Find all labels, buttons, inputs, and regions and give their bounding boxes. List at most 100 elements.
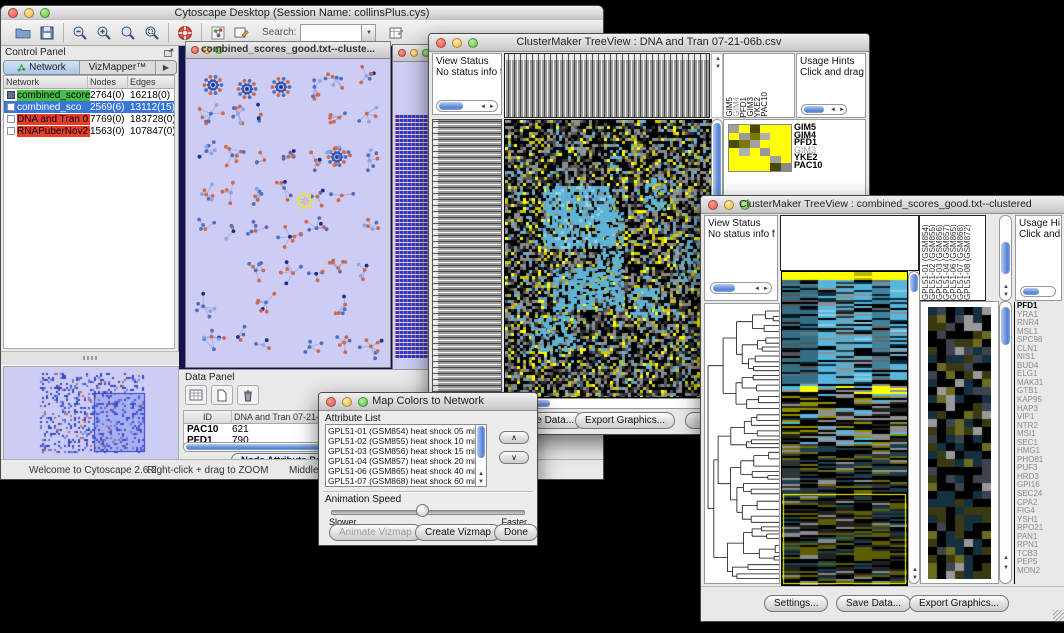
move-attribute-up-button[interactable]: ∧ — [499, 431, 529, 444]
scroll-left-arrow[interactable]: ◄ — [830, 107, 836, 113]
scroll-up-arrow[interactable]: ▲ — [1003, 284, 1009, 290]
attribute-item[interactable]: GPL51-04 (GSM857) heat shock 20 min — [326, 456, 474, 466]
network-table-row[interactable]: DNA and Tran 0 7769(0) 183728(0) — [4, 113, 174, 125]
column-header-nodes[interactable]: Nodes — [88, 76, 128, 88]
network-view-canvas[interactable] — [187, 59, 391, 367]
matrix-cell[interactable] — [760, 133, 770, 141]
matrix-cell[interactable] — [750, 140, 760, 148]
dialog-titlebar[interactable]: Map Colors to Network — [319, 393, 537, 411]
birdseye-overview[interactable] — [3, 366, 179, 460]
tv1-column-label[interactable]: PAC10 — [761, 92, 768, 117]
minimize-icon[interactable] — [410, 49, 418, 57]
tv2-labels-vscrollbar[interactable]: ▲ ▼ — [999, 215, 1012, 301]
tv2-genes-vscrollbar[interactable]: ▲ ▼ — [999, 301, 1012, 584]
attribute-item[interactable]: GPL51-01 (GSM854) heat shock 05 min — [326, 426, 474, 436]
main-titlebar[interactable]: Cytoscape Desktop (Session Name: collins… — [1, 6, 603, 21]
tv1-column-dendrogram[interactable] — [504, 53, 710, 118]
tv1-usage-scrollbar[interactable]: ◄ ► — [801, 104, 847, 115]
scroll-left-arrow[interactable]: ◄ — [754, 286, 760, 292]
scroll-up-arrow[interactable]: ▲ — [912, 567, 918, 573]
matrix-cell[interactable] — [750, 148, 760, 156]
zoom-fit-icon[interactable] — [116, 22, 140, 44]
matrix-cell[interactable] — [750, 133, 760, 141]
scroll-down-arrow[interactable]: ▼ — [715, 64, 721, 70]
tv2-global-heatmap[interactable] — [781, 271, 908, 586]
scroll-left-arrow[interactable]: ◄ — [480, 104, 486, 110]
matrix-cell[interactable] — [729, 156, 739, 164]
matrix-cell[interactable] — [781, 148, 791, 156]
panel-splitter-handle[interactable] — [1, 351, 179, 366]
new-attribute-icon[interactable] — [211, 385, 233, 405]
close-button[interactable] — [708, 200, 718, 210]
matrix-cell[interactable] — [770, 156, 780, 164]
gene-label[interactable]: MON2 — [1017, 567, 1064, 576]
attribute-item[interactable]: GPL51-07 (GSM868) heat shock 60 min — [326, 476, 474, 486]
treeview2-titlebar[interactable]: ClusterMaker TreeView : combined_scores_… — [701, 196, 1064, 214]
matrix-cell[interactable] — [750, 156, 760, 164]
open-session-button[interactable] — [11, 22, 35, 44]
close-icon[interactable] — [398, 49, 406, 57]
tv2-usage-scrollbar[interactable] — [1020, 286, 1056, 297]
matrix-cell[interactable] — [760, 148, 770, 156]
network-table-row[interactable]: combined_scores 2764(0) 16218(0) — [4, 89, 174, 101]
matrix-cell[interactable] — [739, 140, 749, 148]
matrix-cell[interactable] — [739, 148, 749, 156]
tv1-row-dendrogram[interactable] — [432, 119, 502, 396]
scroll-right-arrow[interactable]: ► — [489, 104, 495, 110]
scroll-down-arrow[interactable]: ▼ — [478, 479, 484, 485]
zoom-in-icon[interactable] — [92, 22, 116, 44]
matrix-cell[interactable] — [760, 140, 770, 148]
matrix-cell[interactable] — [739, 125, 749, 133]
save-session-button[interactable] — [35, 22, 59, 44]
frame1-titlebar[interactable]: combined_scores_good.txt--cluste... — [186, 42, 390, 59]
matrix-cell[interactable] — [750, 125, 760, 133]
search-dropdown-arrow[interactable]: ▼ — [362, 24, 376, 42]
done-button[interactable]: Done — [494, 524, 538, 541]
matrix-cell[interactable] — [770, 125, 780, 133]
tv2-settings-button[interactable]: Settings... — [764, 595, 828, 612]
matrix-cell[interactable] — [770, 140, 780, 148]
attribute-item[interactable]: GPL51-02 (GSM855) heat shock 10 min — [326, 436, 474, 446]
tv1-scroll-strip[interactable]: ▲ ▼ — [711, 53, 723, 118]
matrix-cell[interactable] — [739, 133, 749, 141]
network-table-row[interactable]: RNAPuberNov2+ 1563(0) 107847(0) — [4, 125, 174, 137]
scroll-up-arrow[interactable]: ▲ — [478, 471, 484, 477]
matrix-cell[interactable] — [750, 163, 760, 171]
matrix-cell[interactable] — [729, 140, 739, 148]
zoom-out-icon[interactable] — [68, 22, 92, 44]
tv2-zoom-heatmap[interactable] — [928, 307, 991, 579]
tv2-heatmap-vscrollbar[interactable]: ▲ ▼ — [908, 271, 920, 584]
matrix-cell[interactable] — [739, 163, 749, 171]
delete-attribute-trash-icon[interactable] — [237, 385, 259, 405]
scroll-up-arrow[interactable]: ▲ — [1003, 555, 1009, 561]
matrix-cell[interactable] — [770, 163, 780, 171]
matrix-cell[interactable] — [770, 133, 780, 141]
float-panel-icon[interactable] — [164, 48, 174, 57]
column-header-edges[interactable]: Edges — [128, 76, 174, 88]
tv2-status-scrollbar[interactable]: ◄ ► — [710, 282, 772, 294]
tab-vizmapper[interactable]: VizMapper™ — [79, 61, 155, 74]
attribute-listbox[interactable]: GPL51-01 (GSM854) heat shock 05 minGPL51… — [325, 424, 487, 487]
scroll-right-arrow[interactable]: ► — [763, 286, 769, 292]
tv1-status-scrollbar[interactable]: ◄ ► — [436, 100, 498, 112]
matrix-cell[interactable] — [729, 125, 739, 133]
matrix-cell[interactable] — [781, 125, 791, 133]
move-attribute-down-button[interactable]: ∨ — [499, 451, 529, 464]
matrix-cell[interactable] — [729, 148, 739, 156]
attr-column-id[interactable]: ID — [184, 411, 232, 423]
matrix-cell[interactable] — [739, 156, 749, 164]
search-input[interactable] — [300, 24, 362, 42]
scroll-up-arrow[interactable]: ▲ — [715, 56, 721, 62]
scroll-right-arrow[interactable]: ► — [839, 107, 845, 113]
matrix-cell[interactable] — [760, 156, 770, 164]
scroll-down-arrow[interactable]: ▼ — [1003, 565, 1009, 571]
create-vizmap-button[interactable]: Create Vizmap — [415, 524, 501, 541]
tv2-save-data-button[interactable]: Save Data... — [836, 595, 911, 612]
matrix-cell[interactable] — [770, 148, 780, 156]
attribute-item[interactable]: GPL51-03 (GSM856) heat shock 15 min — [326, 446, 474, 456]
tv2-column-dendrogram-area[interactable] — [780, 215, 919, 271]
column-header-network[interactable]: Network — [4, 76, 88, 88]
matrix-cell[interactable] — [760, 163, 770, 171]
treeview1-titlebar[interactable]: ClusterMaker TreeView : DNA and Tran 07-… — [429, 34, 869, 52]
scroll-down-arrow[interactable]: ▼ — [1003, 292, 1009, 298]
